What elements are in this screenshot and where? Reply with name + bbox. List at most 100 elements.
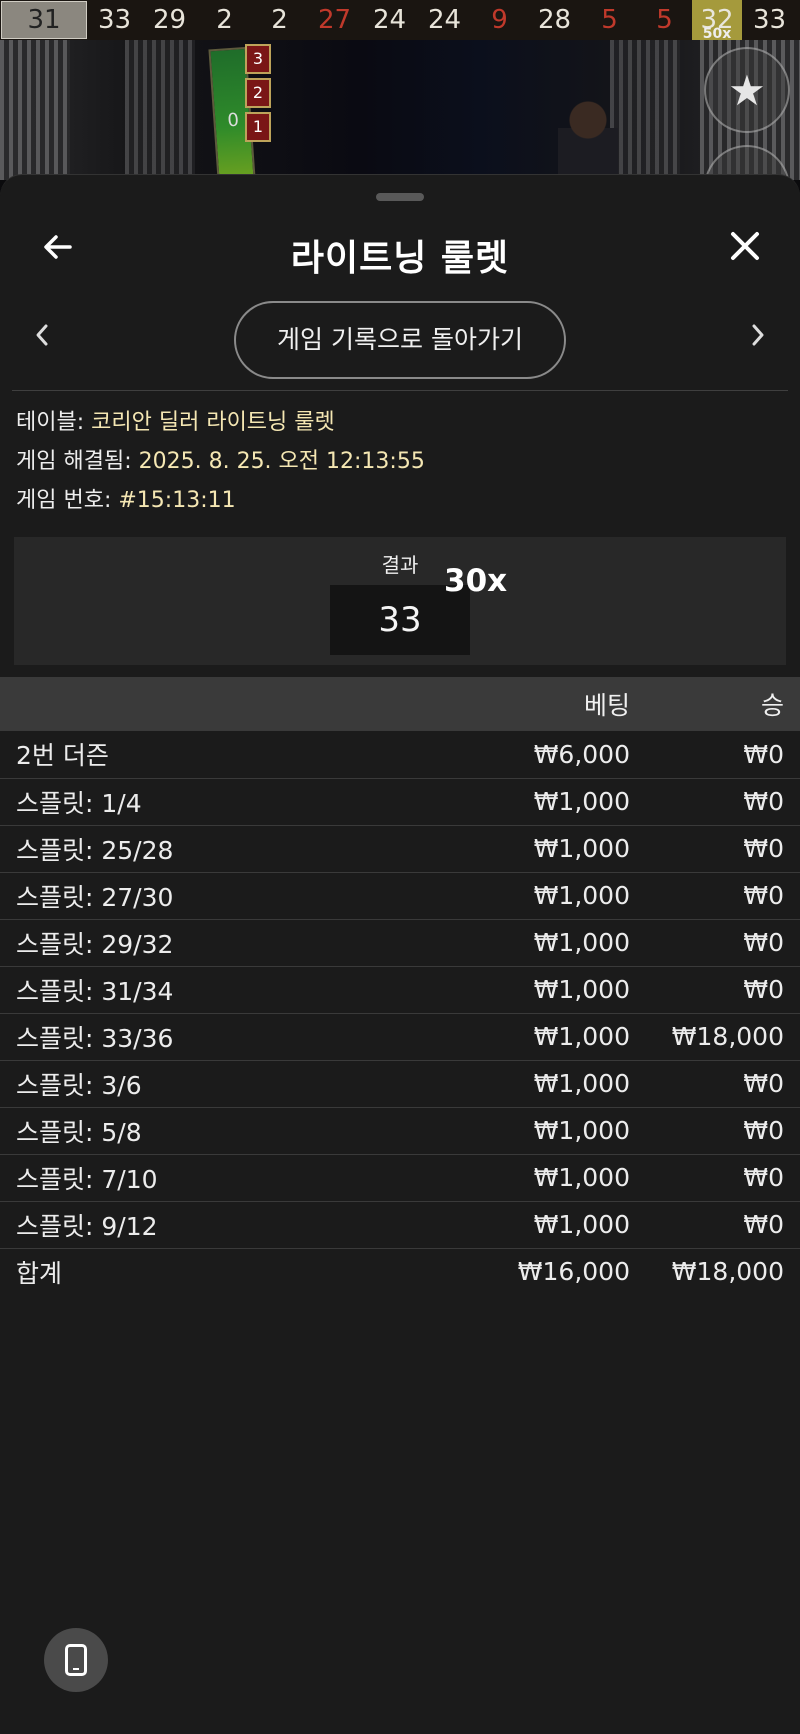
win-amount: ₩18,000 [646,1013,800,1061]
column-header-bet: 베팅 [583,691,630,720]
recent-number: 5 [582,0,637,40]
zero-label: 0 [226,109,240,132]
bet-amount: ₩1,000 [460,778,646,826]
bet-name: 스플릿: 31/34 [0,966,460,1014]
recent-number: 32 50x [692,0,742,42]
column-header-win: 승 [760,691,784,720]
recent-number: 29 [142,0,197,40]
recent-number: 24 [417,0,472,40]
resolved-value: 2025. 8. 25. 오전 12:13:55 [138,449,425,474]
favorite-button[interactable]: ★ [704,47,790,133]
recent-numbers-strip: 31 33 29 2 2 27 24 24 9 28 5 5 32 50x 33 [0,0,800,42]
table-row: 스플릿: 29/32 ₩1,000 ₩0 [0,919,800,967]
recent-number-value: 24 [372,5,407,35]
game-number-label: 게임 번호: [16,488,112,513]
win-amount: ₩0 [646,966,800,1014]
table-row: 스플릿: 27/30 ₩1,000 ₩0 [0,872,800,920]
win-amount: ₩0 [646,872,800,920]
back-to-history-button[interactable]: 게임 기록으로 돌아가기 [234,301,566,379]
number-tile: 1 [245,112,271,142]
recent-number-value: 28 [537,5,572,35]
recent-number: 24 [362,0,417,40]
live-video-background: 0 3 2 1 [0,40,800,180]
recent-number: 5 [637,0,692,40]
win-amount: ₩0 [646,778,800,826]
win-amount: ₩0 [646,1060,800,1108]
win-amount: ₩0 [646,1201,800,1249]
result-multiplier: 30x [444,563,508,599]
table-row: 스플릿: 7/10 ₩1,000 ₩0 [0,1154,800,1202]
recent-number-value: 31 [27,5,61,35]
recent-number: 33 [742,0,797,40]
bet-amount: ₩1,000 [460,1013,646,1061]
recent-number-value: 29 [152,5,187,35]
game-number-value: #15:13:11 [118,488,236,513]
close-button[interactable] [720,225,770,275]
table-row: 스플릿: 9/12 ₩1,000 ₩0 [0,1201,800,1249]
divider [12,390,788,391]
recent-number-value: 2 [216,5,233,35]
sheet-drag-handle[interactable] [376,193,424,201]
chevron-left-icon [36,324,48,346]
recent-number: 2 [252,0,307,40]
phone-icon [65,1644,87,1676]
recent-number: 31 [1,1,87,39]
win-amount: ₩0 [646,1107,800,1155]
game-detail-sheet: 라이트닝 룰렛 게임 기록으로 돌아가기 테이블: 코리안 딜러 라이트닝 룰렛… [0,174,800,1734]
win-amount: ₩0 [646,731,800,779]
bet-amount: ₩1,000 [460,1107,646,1155]
bet-name: 스플릿: 29/32 [0,919,460,967]
recent-number-value: 9 [491,5,508,35]
table-header-row: 베팅 승 [0,677,800,731]
result-label: 결과 [381,553,419,577]
game-number-info: 게임 번호: #15:13:11 [16,481,786,520]
column-header-name [0,677,460,731]
recent-number: 9 [472,0,527,40]
win-amount: ₩18,000 [671,1257,784,1287]
bet-name: 스플릿: 7/10 [0,1154,460,1202]
next-game-button[interactable] [738,319,778,363]
recent-number: 33 [87,0,142,40]
table-row: 스플릿: 33/36 ₩1,000 ₩18,000 [0,1013,800,1061]
bet-name: 스플릿: 33/36 [0,1013,460,1061]
recent-number: 2 [197,0,252,40]
table-row: 2번 더즌 ₩6,000 ₩0 [0,731,800,779]
close-icon [731,232,759,260]
win-amount: ₩0 [646,825,800,873]
recent-number-value: 33 [97,5,132,35]
resolved-info: 게임 해결됨: 2025. 8. 25. 오전 12:13:55 [16,442,786,481]
number-tiles: 3 2 1 [245,40,275,170]
previous-game-button[interactable] [22,319,62,363]
table-row: 스플릿: 25/28 ₩1,000 ₩0 [0,825,800,873]
pillar-decoration [0,40,70,180]
table-label: 테이블: [16,410,85,435]
bet-name: 스플릿: 27/30 [0,872,460,920]
bet-amount: ₩1,000 [460,966,646,1014]
recent-number-value: 24 [427,5,462,35]
dealer-figure [558,90,618,180]
resolved-label: 게임 해결됨: [16,449,132,474]
recent-number-value: 5 [601,5,618,35]
total-row: 합계 ₩16,000 ₩18,000 [0,1248,800,1295]
star-icon: ★ [728,65,766,115]
recent-number-value: 5 [656,5,673,35]
bet-amount: ₩1,000 [460,1154,646,1202]
table-row: 스플릿: 31/34 ₩1,000 ₩0 [0,966,800,1014]
table-value: 코리안 딜러 라이트닝 룰렛 [91,410,335,435]
bet-name: 스플릿: 5/8 [0,1107,460,1155]
number-tile: 2 [245,78,271,108]
table-row: 스플릿: 5/8 ₩1,000 ₩0 [0,1107,800,1155]
device-button[interactable] [44,1628,108,1692]
chevron-right-icon [752,324,764,346]
bet-name: 합계 [16,1258,63,1288]
sheet-header: 라이트닝 룰렛 [0,217,800,287]
page-title: 라이트닝 룰렛 [290,238,510,279]
table-row: 스플릿: 1/4 ₩1,000 ₩0 [0,778,800,826]
recent-number-value: 2 [271,5,288,35]
recent-number-value: 33 [752,5,787,35]
bet-name: 스플릿: 25/28 [0,825,460,873]
table-info: 테이블: 코리안 딜러 라이트닝 룰렛 [16,403,786,442]
bets-table: 베팅 승 2번 더즌 ₩6,000 ₩0 스플릿: 1/4 ₩1,000 ₩0 스플릿: 2… [0,677,800,1295]
bet-amount: ₩6,000 [460,731,646,779]
bet-amount: ₩1,000 [460,825,646,873]
